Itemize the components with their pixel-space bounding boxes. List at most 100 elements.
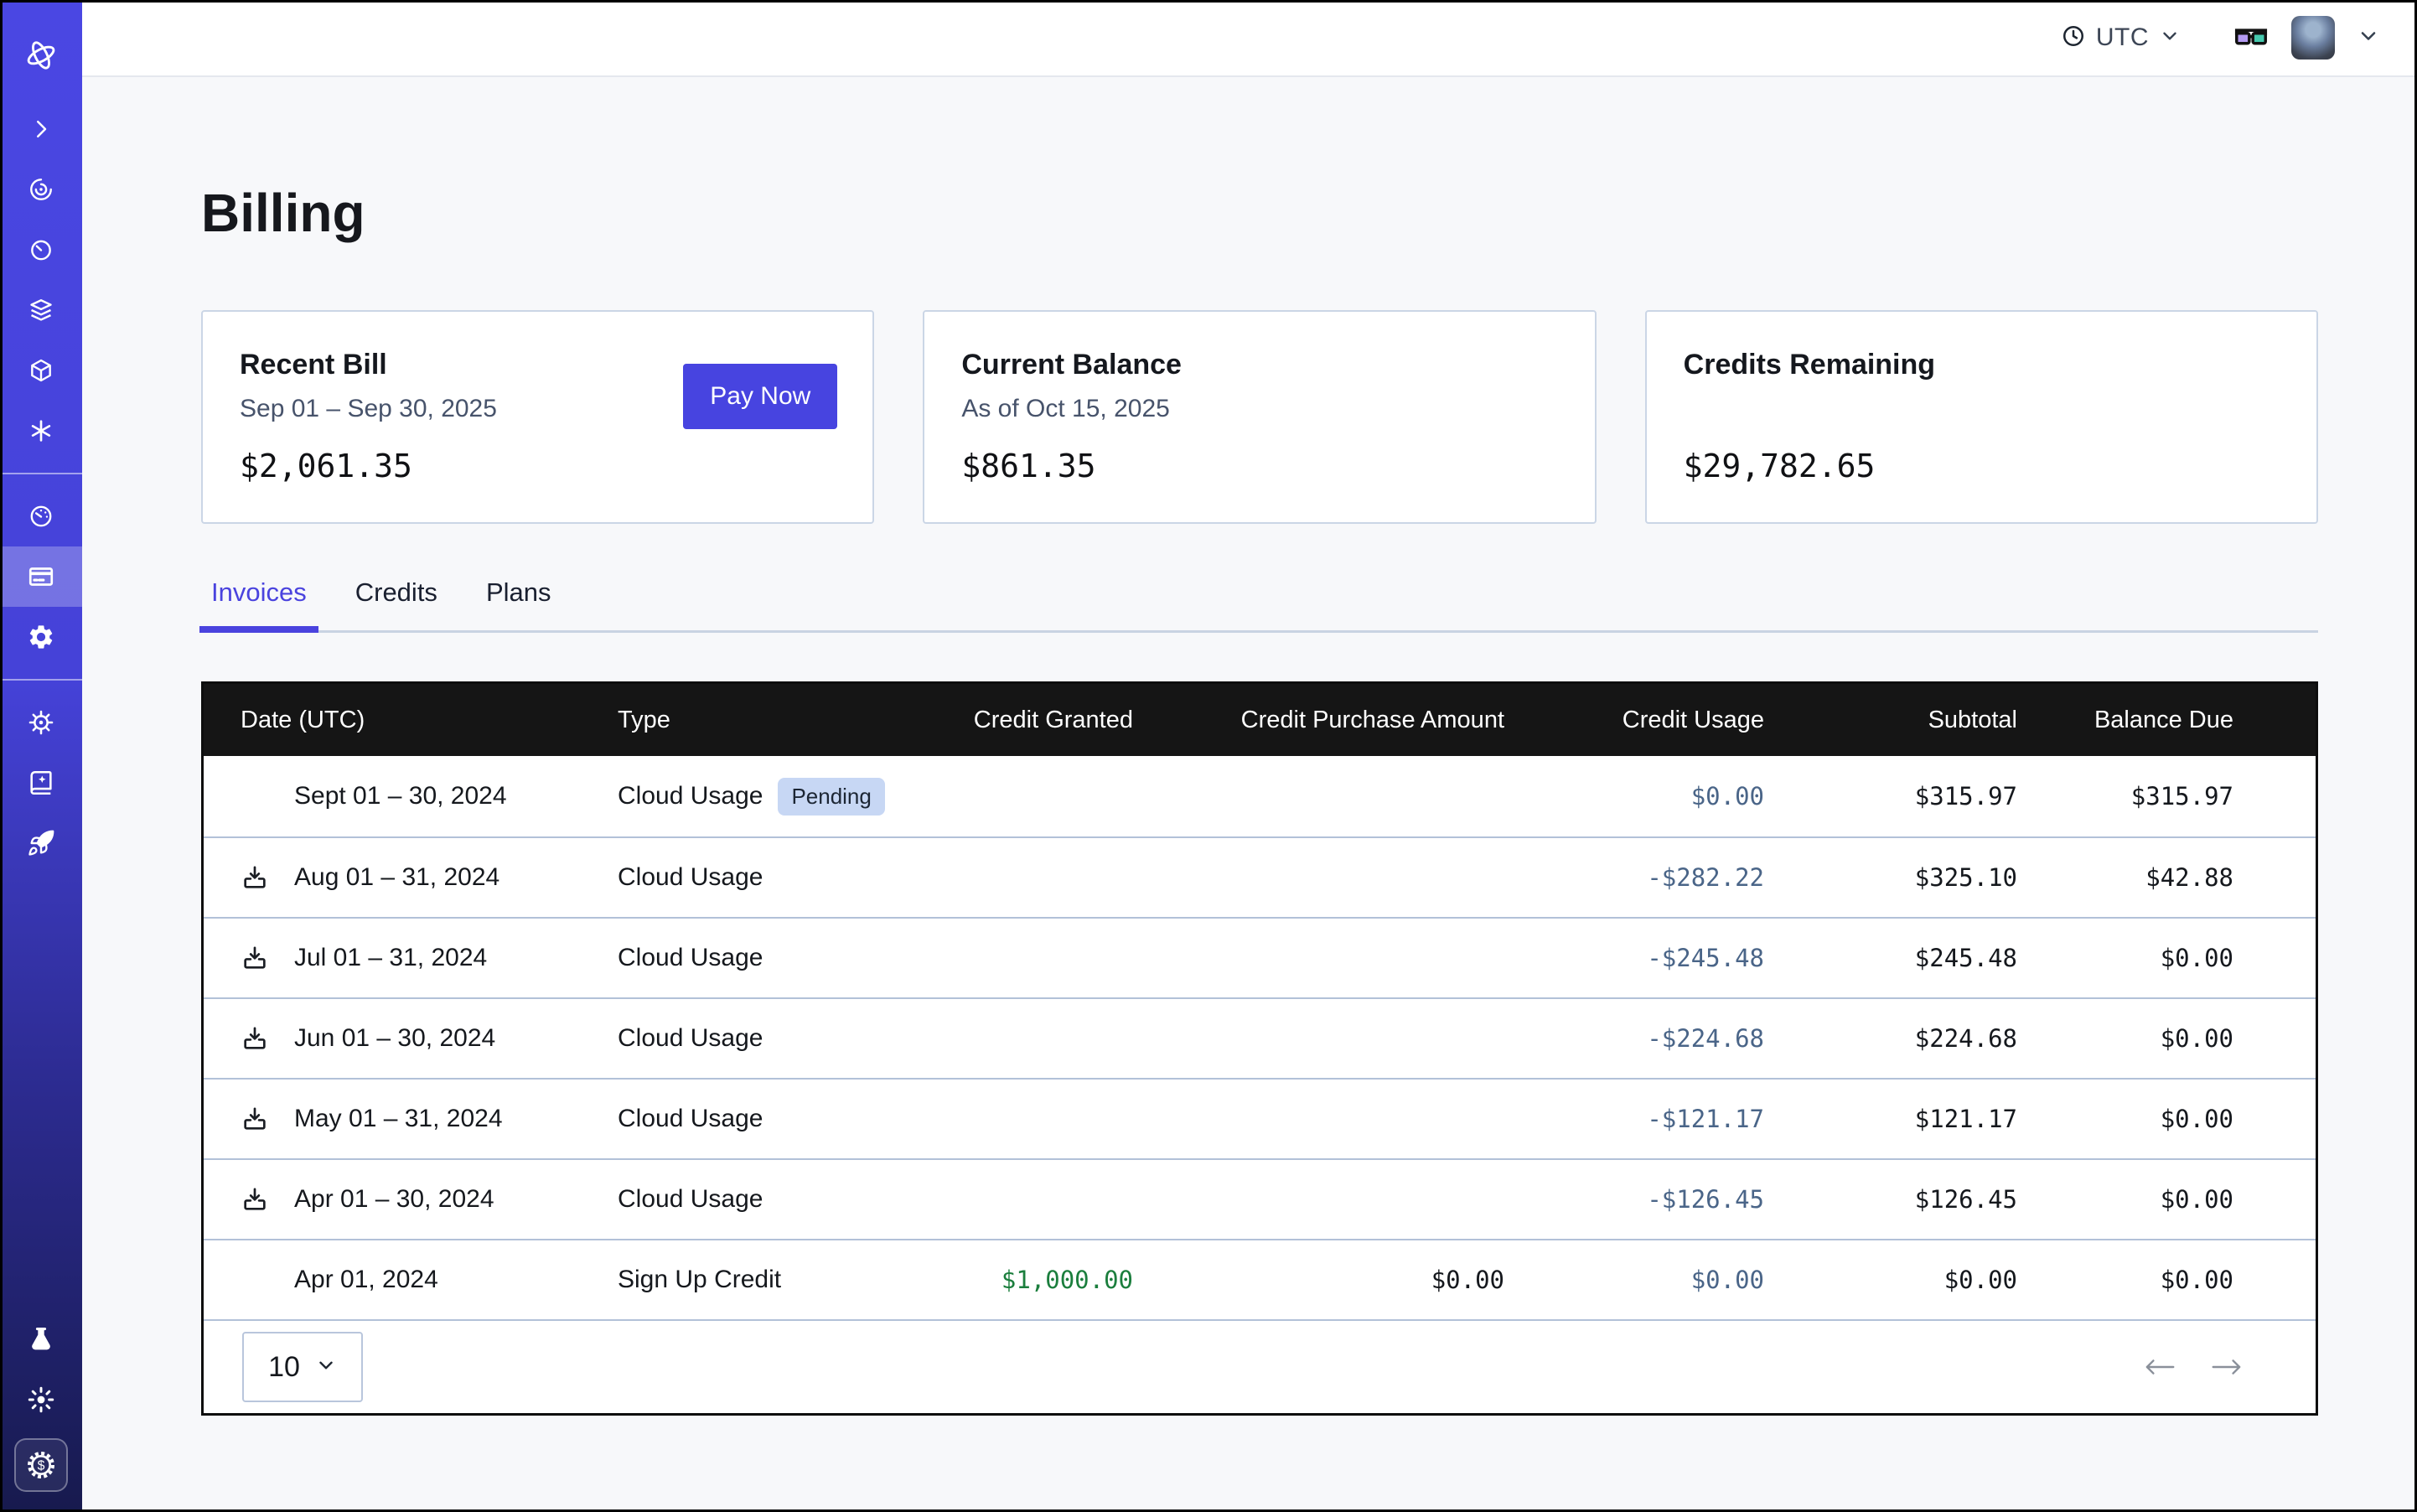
credit-usage: -$126.45: [1541, 1185, 1801, 1214]
column-header-credit-usage: Credit Usage: [1541, 707, 1801, 734]
subtotal: $325.10: [1801, 863, 2054, 892]
subtotal: $315.97: [1801, 782, 2054, 810]
timezone-selector[interactable]: UTC: [2061, 23, 2181, 53]
table-row: Jul 01 – 31, 2024 Cloud Usage -$245.48 $…: [204, 917, 2316, 997]
sidebar-item-collapse[interactable]: [0, 99, 82, 159]
reader-glasses-icon[interactable]: [2233, 18, 2269, 59]
card-subtitle: [1684, 395, 2280, 423]
invoice-type: Cloud Usage: [618, 1105, 763, 1133]
credit-granted: $1,000.00: [958, 1266, 1170, 1294]
summary-cards: Recent Bill Sep 01 – Sep 30, 2025 Pay No…: [201, 310, 2318, 524]
credits-remaining-card: Credits Remaining $29,782.65: [1645, 310, 2318, 524]
invoice-date: Sept 01 – 30, 2024: [294, 782, 507, 810]
card-amount: $2,061.35: [240, 448, 412, 484]
balance-due: $0.00: [2054, 1266, 2316, 1294]
sidebar-item-usage[interactable]: [0, 486, 82, 546]
column-header-subtotal: Subtotal: [1801, 707, 2054, 734]
sidebar-item-docs[interactable]: [0, 753, 82, 813]
sidebar-item-observe[interactable]: [0, 159, 82, 220]
invoice-date: May 01 – 31, 2024: [294, 1105, 503, 1133]
column-header-date: Date (UTC): [204, 707, 581, 734]
invoice-type: Cloud Usage: [618, 1185, 763, 1214]
balance-due: $0.00: [2054, 944, 2316, 972]
tab-plans[interactable]: Plans: [474, 577, 563, 633]
tab-invoices[interactable]: Invoices: [199, 577, 318, 633]
layers-icon: [28, 297, 54, 324]
column-header-credit-granted: Credit Granted: [958, 707, 1170, 734]
sidebar-item-credits[interactable]: $: [14, 1438, 68, 1492]
table-row: Sept 01 – 30, 2024 Cloud UsagePending $0…: [204, 756, 2316, 836]
orbit-logo-icon: [22, 36, 60, 75]
table-row: Aug 01 – 31, 2024 Cloud Usage -$282.22 $…: [204, 836, 2316, 917]
content: Billing Recent Bill Sep 01 – Sep 30, 202…: [82, 77, 2417, 1512]
subtotal: $245.48: [1801, 944, 2054, 972]
invoices-table: Date (UTC) Type Credit Granted Credit Pu…: [201, 681, 2318, 1416]
download-invoice-button[interactable]: [241, 1105, 294, 1133]
sidebar-item-packages[interactable]: [0, 340, 82, 401]
account-menu-chevron-icon[interactable]: [2357, 24, 2380, 52]
dollar-badge-icon: $: [24, 1448, 58, 1482]
sidebar-item-layers[interactable]: [0, 280, 82, 340]
invoice-type: Sign Up Credit: [618, 1266, 781, 1294]
next-page-button[interactable]: [2210, 1356, 2244, 1378]
table-row: Apr 01, 2024 Sign Up Credit $1,000.00 $0…: [204, 1239, 2316, 1319]
app-window: $ UTC: [0, 0, 2417, 1512]
table-header-row: Date (UTC) Type Credit Granted Credit Pu…: [204, 684, 2316, 756]
sidebar-divider: [0, 473, 82, 474]
subtotal: $0.00: [1801, 1266, 2054, 1294]
app-logo[interactable]: [0, 12, 82, 99]
credit-usage: -$224.68: [1541, 1024, 1801, 1053]
download-invoice-button[interactable]: [241, 863, 294, 892]
gauge-icon: [28, 503, 54, 530]
sidebar-item-theme[interactable]: [0, 1370, 82, 1430]
invoice-date: Jul 01 – 31, 2024: [294, 944, 487, 972]
credit-usage: $0.00: [1541, 782, 1801, 810]
timer-icon: [28, 236, 54, 263]
credit-purchase-amount: $0.00: [1170, 1266, 1541, 1294]
sidebar-item-settings[interactable]: [0, 607, 82, 667]
sidebar-divider: [0, 679, 82, 681]
download-invoice-button[interactable]: [241, 1185, 294, 1214]
download-invoice-button[interactable]: [241, 1024, 294, 1053]
balance-due: $0.00: [2054, 1185, 2316, 1214]
invoice-date: Apr 01, 2024: [294, 1266, 438, 1294]
subtotal: $126.45: [1801, 1185, 2054, 1214]
credit-usage: $0.00: [1541, 1266, 1801, 1294]
credit-card-icon: [27, 562, 55, 591]
main-area: UTC Billing: [82, 0, 2417, 1512]
sidebar-item-labs[interactable]: [0, 1309, 82, 1370]
sidebar-item-billing[interactable]: [0, 546, 82, 607]
sidebar: $: [0, 0, 82, 1512]
avatar[interactable]: [2291, 16, 2335, 60]
invoice-date: Aug 01 – 31, 2024: [294, 863, 499, 892]
page-size-value: 10: [268, 1351, 300, 1384]
timezone-label: UTC: [2096, 23, 2149, 52]
flask-icon: [27, 1325, 55, 1354]
card-amount: $29,782.65: [1684, 448, 1876, 484]
chevron-right-icon: [28, 117, 54, 142]
topbar: UTC: [82, 0, 2417, 77]
helm-icon: [27, 708, 55, 737]
balance-due: $315.97: [2054, 782, 2316, 810]
table-row: Apr 01 – 30, 2024 Cloud Usage -$126.45 $…: [204, 1158, 2316, 1239]
previous-page-button[interactable]: [2143, 1356, 2176, 1378]
page-title: Billing: [201, 181, 2417, 245]
page-size-select[interactable]: 10: [242, 1332, 363, 1402]
sidebar-item-services[interactable]: [0, 401, 82, 461]
subtotal: $121.17: [1801, 1105, 2054, 1133]
svg-text:$: $: [38, 1459, 45, 1473]
card-subtitle: As of Oct 15, 2025: [961, 395, 1557, 423]
card-title: Current Balance: [961, 349, 1557, 381]
column-header-credit-purchase: Credit Purchase Amount: [1170, 707, 1541, 734]
cube-icon: [28, 357, 54, 384]
sidebar-item-launch[interactable]: [0, 813, 82, 873]
download-invoice-button[interactable]: [241, 944, 294, 972]
table-row: Jun 01 – 30, 2024 Cloud Usage -$224.68 $…: [204, 997, 2316, 1078]
table-footer: 10: [204, 1319, 2316, 1413]
pay-now-button[interactable]: Pay Now: [683, 364, 837, 429]
recent-bill-card: Recent Bill Sep 01 – Sep 30, 2025 Pay No…: [201, 310, 874, 524]
tab-credits[interactable]: Credits: [344, 577, 449, 633]
sidebar-item-fleet[interactable]: [0, 692, 82, 753]
sidebar-item-history[interactable]: [0, 220, 82, 280]
clock-icon: [2061, 23, 2086, 53]
